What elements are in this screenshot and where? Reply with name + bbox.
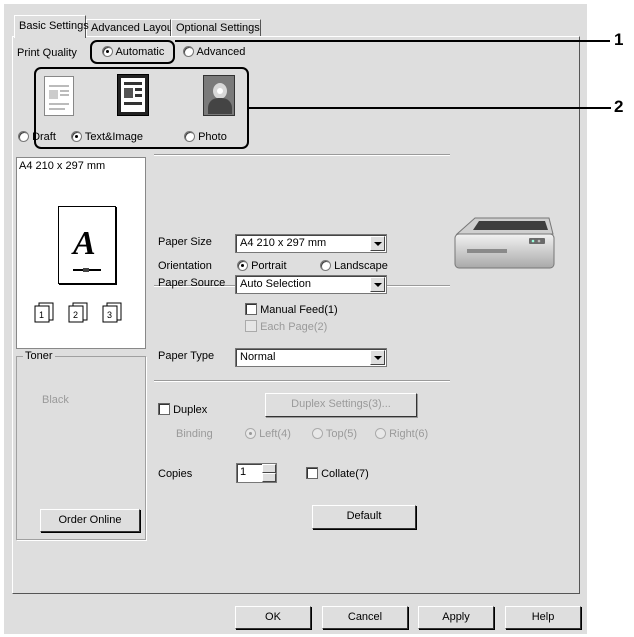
radio-indicator [18, 131, 29, 142]
each-page-checkbox[interactable]: Each Page(2) [245, 320, 327, 333]
help-button[interactable]: Help [505, 606, 581, 629]
binding-top-radio[interactable]: Top(5) [312, 428, 357, 440]
binding-left-radio[interactable]: Left(4) [245, 428, 291, 440]
callout-line-2 [249, 107, 611, 109]
apply-button[interactable]: Apply [418, 606, 494, 629]
printer-illustration-icon [449, 212, 559, 274]
callout-box-2 [34, 67, 249, 149]
checkbox-indicator [158, 403, 170, 415]
stepper-up-icon[interactable] [262, 464, 276, 473]
preview-paper-size: A4 210 x 297 mm [19, 160, 106, 172]
paper-size-select[interactable]: A4 210 x 297 mm [235, 234, 387, 253]
callout-number-1: 1 [614, 30, 624, 49]
ok-button[interactable]: OK [235, 606, 311, 629]
cancel-button[interactable]: Cancel [322, 606, 408, 629]
callout-line-1 [175, 40, 610, 42]
paper-type-select[interactable]: Normal [235, 348, 387, 367]
duplex-label: Duplex [173, 404, 208, 416]
paper-size-label: Paper Size [158, 236, 212, 248]
paper-size-value: A4 210 x 297 mm [240, 237, 327, 249]
advanced-radio[interactable]: Advanced [183, 46, 245, 58]
binding-right-radio[interactable]: Right(6) [375, 428, 428, 440]
radio-indicator [320, 260, 331, 271]
order-online-button[interactable]: Order Online [40, 509, 140, 532]
orientation-label: Orientation [158, 260, 212, 272]
manual-feed-checkbox[interactable]: Manual Feed(1) [245, 303, 338, 316]
chevron-down-icon [370, 277, 385, 292]
toner-color: Black [42, 394, 69, 406]
duplex-settings-label: Duplex Settings(3)... [291, 398, 391, 410]
order-online-label: Order Online [58, 514, 122, 526]
advanced-label: Advanced [196, 46, 246, 58]
portrait-label: Portrait [251, 260, 287, 272]
page-thumbnail: A [58, 206, 116, 284]
portrait-radio[interactable]: Portrait [237, 260, 287, 272]
cancel-label: Cancel [347, 611, 383, 623]
binding-left-label: Left(4) [259, 428, 291, 440]
stepper-buttons [262, 464, 276, 482]
help-label: Help [531, 611, 555, 623]
preview-letter: A [73, 225, 96, 262]
callout-box-1 [90, 40, 175, 64]
duplex-checkbox[interactable]: Duplex [158, 403, 207, 416]
binding-right-label: Right(6) [389, 428, 429, 440]
svg-text:2: 2 [73, 310, 78, 320]
checkbox-indicator [306, 467, 318, 479]
callout-number-2: 2 [614, 97, 624, 116]
each-page-label: Each Page(2) [260, 321, 328, 333]
stepper-down-icon[interactable] [262, 473, 276, 482]
apply-label: Apply [442, 611, 470, 623]
toner-group-title: Toner [23, 350, 55, 362]
collate-order-icon: 1 2 3 [33, 301, 133, 326]
landscape-radio[interactable]: Landscape [320, 260, 388, 272]
copies-value: 1 [240, 466, 247, 478]
binding-top-label: Top(5) [325, 428, 358, 440]
separator [154, 380, 450, 382]
radio-indicator [245, 428, 256, 439]
collate-checkbox[interactable]: Collate(7) [306, 467, 369, 480]
tab-label: Advanced Layout [91, 22, 177, 34]
paper-type-label: Paper Type [158, 350, 215, 362]
copies-label: Copies [158, 468, 193, 480]
tab-optional-settings[interactable]: Optional Settings [171, 19, 261, 37]
print-quality-label: Print Quality [17, 47, 77, 59]
paper-type-value: Normal [240, 351, 276, 363]
page-preview-pane: A4 210 x 297 mm A 1 2 3 [16, 157, 146, 349]
radio-indicator [237, 260, 248, 271]
radio-indicator [375, 428, 386, 439]
binding-label: Binding [176, 428, 213, 440]
default-button[interactable]: Default [312, 505, 416, 529]
separator [154, 154, 450, 156]
tab-advanced-layout[interactable]: Advanced Layout [86, 19, 176, 37]
duplex-settings-button[interactable]: Duplex Settings(3)... [265, 393, 417, 417]
default-label: Default [346, 510, 382, 522]
paper-source-label: Paper Source [158, 277, 226, 289]
tab-basic-settings[interactable]: Basic Settings [14, 15, 89, 38]
svg-text:1: 1 [39, 310, 44, 320]
radio-indicator [183, 46, 194, 57]
svg-text:3: 3 [107, 310, 112, 320]
tab-label: Optional Settings [176, 22, 260, 34]
copies-stepper[interactable]: 1 [236, 463, 277, 483]
collate-label: Collate(7) [321, 468, 369, 480]
checkbox-indicator [245, 320, 257, 332]
radio-indicator [312, 428, 323, 439]
tab-label: Basic Settings [19, 20, 89, 32]
paper-source-select[interactable]: Auto Selection [235, 275, 387, 294]
chevron-down-icon [370, 350, 385, 365]
chevron-down-icon [370, 236, 385, 251]
paper-source-value: Auto Selection [240, 278, 311, 290]
landscape-label: Landscape [334, 260, 388, 272]
checkbox-indicator [245, 303, 257, 315]
manual-feed-label: Manual Feed(1) [260, 304, 338, 316]
ok-label: OK [265, 611, 281, 623]
